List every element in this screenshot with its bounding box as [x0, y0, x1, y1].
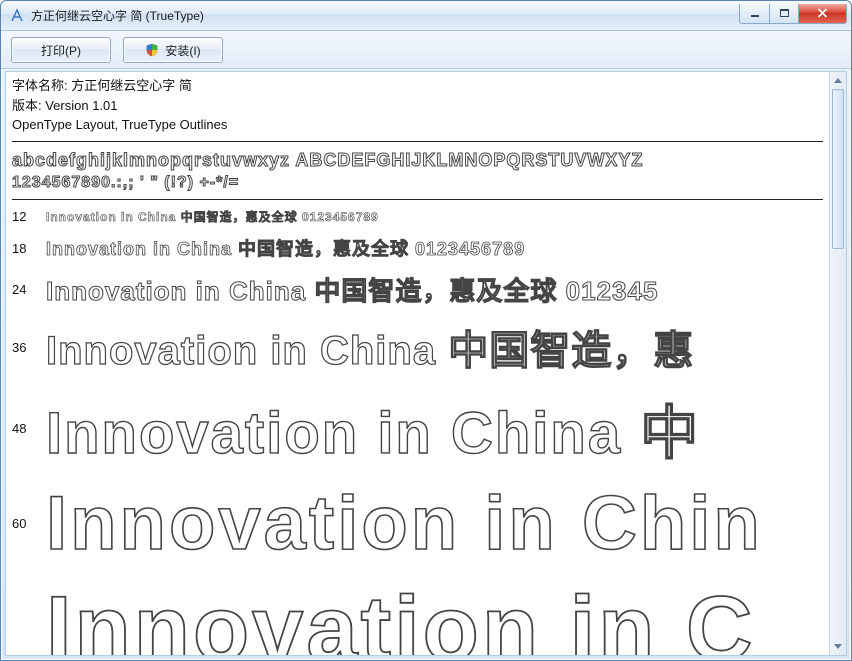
maximize-button[interactable]: [769, 4, 799, 24]
size-label: 24: [12, 282, 32, 297]
sample-text: Innovation in China 中: [46, 386, 823, 470]
font-version-line: 版本: Version 1.01: [12, 96, 823, 116]
install-button[interactable]: 安装(I): [123, 37, 223, 63]
sample-row-36: 36 Innovation in China 中国智造，惠: [12, 318, 823, 376]
window-title: 方正何继云空心字 简 (TrueType): [31, 7, 204, 24]
titlebar[interactable]: 方正何继云空心字 简 (TrueType): [1, 1, 851, 31]
glyph-row-symbols: 1234567890.:,; ' " (!?) +-*/=: [12, 172, 823, 194]
sample-row-24: 24 Innovation in China 中国智造，惠及全球 012345: [12, 271, 823, 308]
font-layout-line: OpenType Layout, TrueType Outlines: [12, 115, 823, 135]
sample-row-60: 60 Innovation in Chin: [12, 480, 823, 567]
chevron-up-icon: [834, 78, 842, 83]
sample-row-48: 48 Innovation in China 中: [12, 386, 823, 470]
sample-text: Innovation in China 中国智造，惠及全球 012345: [46, 271, 823, 308]
client-area: 字体名称: 方正何继云空心字 简 版本: Version 1.01 OpenTy…: [5, 71, 847, 656]
font-preview-window: 方正何继云空心字 简 (TrueType) 打印(P): [0, 0, 852, 661]
font-name-line: 字体名称: 方正何继云空心字 简: [12, 76, 823, 96]
divider-mid: [12, 199, 823, 200]
print-button-label: 打印(P): [41, 42, 81, 59]
sample-text: Innovation in China 中国智造，惠: [46, 318, 823, 376]
vertical-scrollbar[interactable]: [829, 72, 846, 655]
sample-text: Innovation in C: [46, 577, 823, 655]
install-button-label: 安装(I): [165, 42, 200, 59]
minimize-button[interactable]: [739, 4, 769, 24]
scroll-up-button[interactable]: [830, 72, 846, 89]
sample-row-72: Innovation in C: [12, 577, 823, 655]
sample-row-18: 18 Innovation in China 中国智造，惠及全球 0123456…: [12, 235, 823, 261]
size-label: 60: [12, 516, 32, 531]
print-button[interactable]: 打印(P): [11, 37, 111, 63]
divider-top: [12, 141, 823, 142]
size-label: 18: [12, 241, 32, 256]
chevron-down-icon: [834, 644, 842, 649]
font-app-icon: [9, 8, 25, 24]
window-controls: [739, 4, 847, 24]
sample-text: Innovation in China 中国智造，惠及全球 0123456789: [46, 235, 823, 261]
sample-text: Innovation in China 中国智造，惠及全球 0123456789: [46, 208, 823, 225]
toolbar: 打印(P) 安装(I): [1, 31, 851, 69]
glyph-row-alpha: abcdefghijklmnopqrstuvwxyz ABCDEFGHIJKLM…: [12, 148, 823, 172]
scroll-down-button[interactable]: [830, 638, 846, 655]
size-label: 36: [12, 340, 32, 355]
size-label: 48: [12, 421, 32, 436]
sample-text: Innovation in Chin: [46, 480, 823, 567]
font-meta: 字体名称: 方正何继云空心字 简 版本: Version 1.01 OpenTy…: [12, 76, 823, 139]
sample-row-12: 12 Innovation in China 中国智造，惠及全球 0123456…: [12, 208, 823, 225]
scroll-thumb[interactable]: [832, 89, 844, 249]
preview-scroll-area[interactable]: 字体名称: 方正何继云空心字 简 版本: Version 1.01 OpenTy…: [6, 72, 829, 655]
close-button[interactable]: [799, 4, 847, 24]
scroll-track[interactable]: [830, 89, 846, 638]
uac-shield-icon: [145, 43, 159, 57]
size-label: 12: [12, 209, 32, 224]
